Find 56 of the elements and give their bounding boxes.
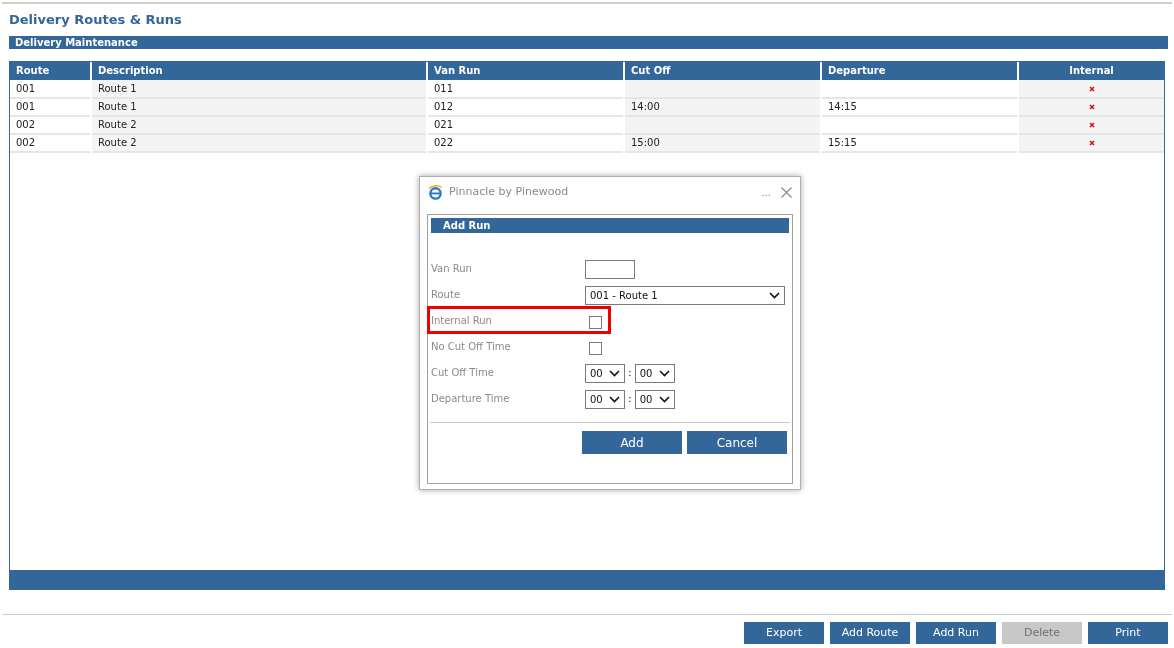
- caret-icon: [769, 292, 780, 299]
- table-cell: 012: [434, 101, 454, 113]
- action-button[interactable]: Add Route: [830, 622, 910, 644]
- table-cell: 15:00: [631, 137, 660, 149]
- column-header[interactable]: Departure: [821, 61, 1018, 80]
- browser-logo-icon: [428, 184, 443, 200]
- minute-dropdown[interactable]: 00: [634, 390, 675, 409]
- action-button[interactable]: Add Run: [916, 622, 996, 644]
- table-cell: 002: [16, 137, 36, 149]
- hour-dropdown[interactable]: 00: [585, 364, 625, 383]
- table-cell: 002: [16, 119, 36, 131]
- close-icon[interactable]: [781, 186, 792, 198]
- field-label: No Cut Off Time: [431, 340, 512, 354]
- table-cell: 15:15: [828, 137, 857, 149]
- column-header[interactable]: Cut Off: [624, 61, 821, 80]
- table-cell: Route 2: [98, 137, 137, 149]
- van-run-field[interactable]: [585, 260, 635, 279]
- action-button[interactable]: Print: [1088, 622, 1168, 644]
- time-separator: :: [628, 365, 632, 382]
- page-title: Delivery Routes & Runs: [9, 11, 183, 29]
- dialog-section-header: Add Run: [431, 218, 789, 233]
- route-dropdown[interactable]: 001 - Route 1: [585, 286, 785, 305]
- table-cell: Route 1: [98, 101, 137, 113]
- table-cell: 022: [434, 137, 454, 149]
- minute-dropdown[interactable]: 00: [634, 364, 675, 383]
- caret-icon: [658, 396, 670, 403]
- column-header[interactable]: Internal: [1018, 61, 1164, 80]
- caret-icon: [609, 396, 620, 403]
- more-options-button[interactable]: ...: [761, 184, 771, 200]
- column-header[interactable]: Description: [91, 61, 427, 80]
- column-header[interactable]: Van Run: [427, 61, 624, 80]
- field-label: Departure Time: [431, 392, 511, 406]
- action-button[interactable]: Export: [744, 622, 824, 644]
- table-cell: 001: [16, 82, 36, 94]
- table-cell: 001: [16, 101, 36, 113]
- field-label: Route: [431, 288, 462, 302]
- field-label: Internal Run: [431, 314, 493, 328]
- table-cell: Route 1: [98, 82, 137, 94]
- column-header[interactable]: Route: [10, 61, 91, 80]
- table-cell: Route 2: [98, 119, 137, 131]
- checkbox[interactable]: [589, 316, 602, 329]
- checkbox[interactable]: [589, 342, 602, 355]
- table-cell: 011: [434, 82, 454, 94]
- section-header: Delivery Maintenance: [9, 35, 1168, 49]
- table-cell: 021: [434, 119, 454, 131]
- table-cell: 14:00: [631, 101, 660, 113]
- field-label: Cut Off Time: [431, 366, 495, 380]
- caret-icon: [609, 370, 620, 377]
- action-button[interactable]: Add: [582, 431, 682, 454]
- action-button[interactable]: Cancel: [687, 431, 787, 454]
- time-separator: :: [628, 391, 632, 408]
- field-label: Van Run: [431, 262, 473, 276]
- hour-dropdown[interactable]: 00: [585, 390, 625, 409]
- caret-icon: [658, 370, 670, 377]
- dialog-title: Pinnacle by Pinewood: [449, 183, 569, 200]
- table-cell: 14:15: [828, 101, 857, 113]
